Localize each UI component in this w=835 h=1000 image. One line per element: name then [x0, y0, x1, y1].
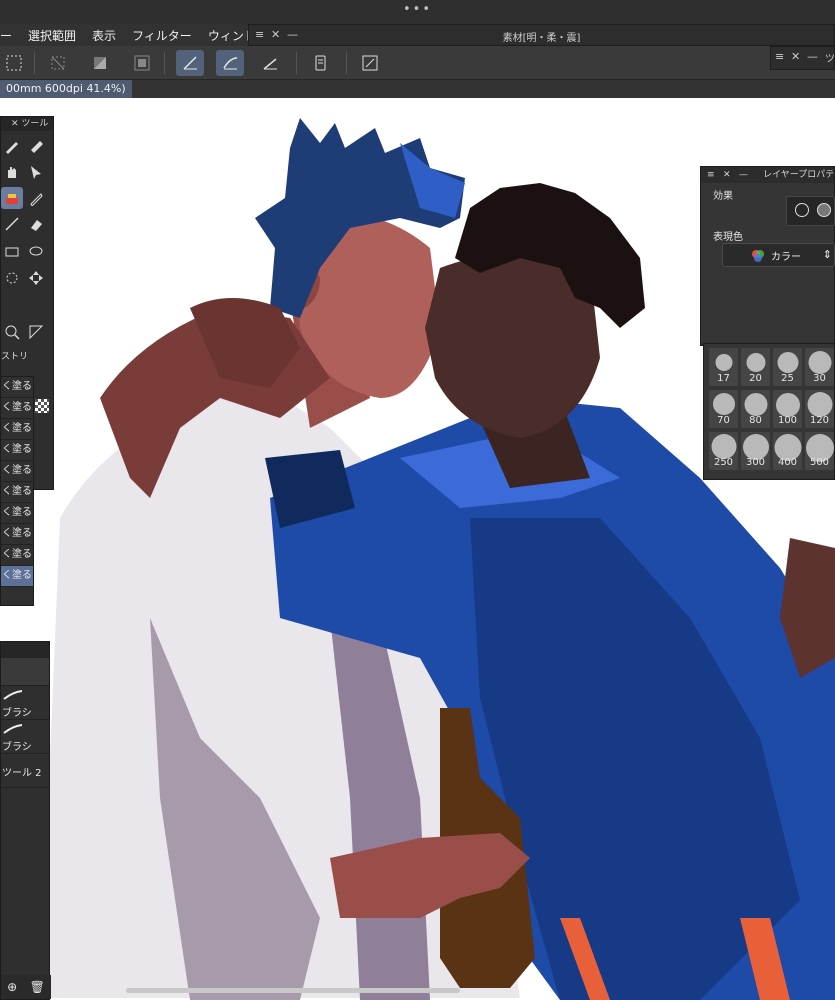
sub-tool-item[interactable]: く塗る: [1, 377, 33, 398]
brush-item[interactable]: ブラシ: [1, 686, 49, 720]
ruler-snap-icon[interactable]: [176, 50, 204, 76]
material-panel-header: ≡ ✕ — 素材[明・柔・震]: [248, 24, 835, 46]
zoom-icon[interactable]: [1, 321, 23, 343]
gradient-tool-icon[interactable]: [1, 241, 23, 263]
material-panel-title: 素材[明・柔・震]: [502, 33, 581, 44]
special-ruler-snap-icon[interactable]: [216, 50, 244, 76]
brush-item-label: ブラシ: [2, 708, 32, 719]
object-select-icon[interactable]: [25, 161, 47, 183]
add-icon[interactable]: ⊕: [7, 980, 17, 994]
deselect-icon[interactable]: [44, 50, 72, 76]
color-wheel-icon: [751, 249, 765, 263]
menu-item-partial[interactable]: ー: [0, 27, 12, 44]
menu-item-view[interactable]: 表示: [92, 27, 116, 44]
express-color-value: カラー: [771, 251, 801, 263]
sub-tool-item[interactable]: く塗る: [1, 419, 33, 440]
border-effect-icon[interactable]: [795, 203, 809, 217]
brush-size-cell[interactable]: 120: [805, 390, 834, 428]
window-top-bar: •••: [0, 0, 835, 24]
brush-item[interactable]: ツール 2: [1, 754, 49, 788]
document-tab-bar: 00mm 600dpi 41.4%): [0, 80, 835, 98]
fill-bucket-icon[interactable]: [1, 187, 23, 209]
mini-panel-title: ツ: [825, 54, 835, 65]
brush-size-cell[interactable]: 500: [805, 432, 834, 470]
select-all-icon[interactable]: [0, 50, 28, 76]
home-indicator: [126, 988, 460, 993]
sub-tool-item-selected[interactable]: く塗る: [1, 566, 33, 587]
panel-menu-icon[interactable]: ≡: [707, 167, 715, 183]
brush-item[interactable]: ブラシ: [1, 720, 49, 754]
minimize-icon[interactable]: —: [807, 50, 818, 63]
transparency-swatch[interactable]: [35, 399, 49, 413]
menu-item-selection[interactable]: 選択範囲: [28, 27, 76, 44]
brush-panel-header: [1, 642, 49, 658]
brush-size-cell[interactable]: 30: [805, 348, 834, 386]
eyedropper-icon[interactable]: [25, 135, 47, 157]
sub-tool-item[interactable]: く塗る: [1, 524, 33, 545]
express-color-select[interactable]: カラー ⇕: [722, 243, 835, 267]
selection-border-icon[interactable]: [128, 50, 156, 76]
close-icon[interactable]: ✕: [11, 119, 21, 129]
layer-property-header: ≡ ✕ — レイヤープロパテ: [701, 167, 834, 183]
close-icon[interactable]: ✕: [791, 50, 800, 63]
command-bar: [0, 46, 835, 80]
brush-size-cell[interactable]: 25: [773, 348, 802, 386]
sub-tool-item[interactable]: く塗る: [1, 482, 33, 503]
brush-size-cell[interactable]: 80: [741, 390, 770, 428]
minimize-icon[interactable]: —: [739, 167, 748, 183]
document-tab[interactable]: 00mm 600dpi 41.4%): [0, 80, 132, 98]
brush-item-label: ツール 2: [2, 768, 42, 779]
lasso-icon[interactable]: [25, 241, 47, 263]
more-dots-icon[interactable]: •••: [0, 2, 835, 17]
sub-tool-item[interactable]: く塗る: [1, 545, 33, 566]
sub-tool-partial-label: ストリ: [1, 352, 29, 362]
brush-panel: ブラシ ブラシ ツール 2 ⊕ 🗑: [0, 641, 51, 1000]
tool-panel-header: ✕ ツール: [1, 117, 53, 131]
brush-size-cell[interactable]: 70: [709, 390, 738, 428]
tool-panel-title: ツール: [21, 119, 49, 129]
brush-size-cell[interactable]: 400: [773, 432, 802, 470]
brush-size-cell[interactable]: 300: [741, 432, 770, 470]
brush-item-label: ブラシ: [2, 742, 32, 753]
chevron-updown-icon: ⇕: [822, 248, 832, 261]
brush-panel-search[interactable]: [1, 658, 49, 686]
brush-panel-footer: ⊕ 🗑: [1, 975, 51, 999]
brush-size-cell[interactable]: 100: [773, 390, 802, 428]
hand-tool-icon[interactable]: [1, 161, 23, 183]
sub-tool-item[interactable]: く塗る: [1, 440, 33, 461]
sub-tool-item[interactable]: く塗る: [1, 503, 33, 524]
eraser-icon[interactable]: [25, 213, 47, 235]
pencil-icon[interactable]: [25, 187, 47, 209]
brush-size-cell[interactable]: 17: [709, 348, 738, 386]
move-tool-icon[interactable]: [25, 267, 47, 289]
tone-effect-icon[interactable]: [817, 203, 831, 217]
brush-stroke-icon: [3, 690, 23, 700]
menu-item-filter[interactable]: フィルター: [132, 27, 192, 44]
layer-property-title: レイヤープロパテ: [763, 170, 835, 180]
figure-tool-icon[interactable]: [25, 321, 47, 343]
line-tool-icon[interactable]: [1, 213, 23, 235]
mini-panel-header: ≡ ✕ — ツ: [770, 46, 835, 70]
brush-stroke-icon: [3, 724, 23, 734]
invert-selection-icon[interactable]: [86, 50, 114, 76]
device-icon[interactable]: [306, 50, 334, 76]
brush-size-cell[interactable]: 250: [709, 432, 738, 470]
brush-size-cell[interactable]: 20: [741, 348, 770, 386]
effect-buttons: [786, 196, 835, 226]
fit-screen-icon[interactable]: [356, 50, 384, 76]
sub-tool-item[interactable]: く塗る: [1, 461, 33, 482]
panel-menu-icon[interactable]: ≡: [775, 50, 784, 63]
sub-tool-item[interactable]: く塗る: [1, 398, 33, 419]
sparkle-tool-icon[interactable]: [1, 267, 23, 289]
trash-icon[interactable]: 🗑: [30, 980, 45, 994]
sub-tool-list: く塗る く塗る く塗る く塗る く塗る く塗る く塗る く塗る く塗る く塗る: [0, 376, 34, 606]
brush-size-panel: 17 20 25 30 70 80 100 120 250 300 400 50…: [703, 343, 835, 480]
grid-snap-icon[interactable]: [256, 50, 284, 76]
pen-tool-icon[interactable]: [1, 135, 23, 157]
close-icon[interactable]: ✕: [723, 167, 731, 183]
